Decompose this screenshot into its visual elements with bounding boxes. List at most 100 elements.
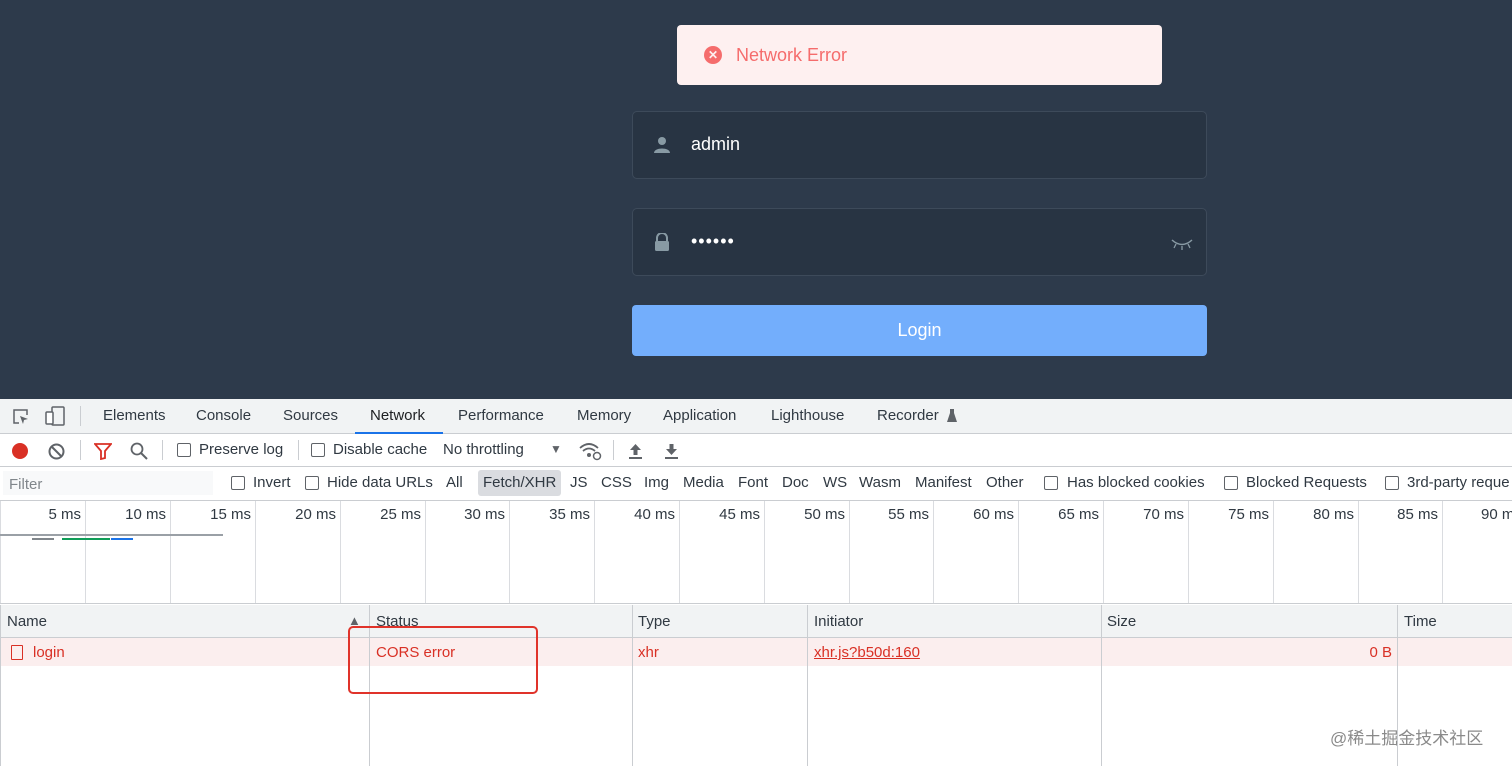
blocked-requests-label: Blocked Requests <box>1246 474 1367 491</box>
filter-type-css[interactable]: CSS <box>601 474 632 491</box>
export-har-icon[interactable] <box>664 442 679 460</box>
column-name <box>0 605 1 766</box>
filter-input-placeholder: Filter <box>9 476 43 493</box>
filter-type-wasm[interactable]: Wasm <box>859 474 901 491</box>
eye-closed-icon[interactable] <box>1171 237 1193 251</box>
preserve-log-checkbox[interactable] <box>177 443 191 457</box>
tab-application[interactable]: Application <box>663 399 736 434</box>
password-value: •••••• <box>691 231 735 251</box>
devtools-tabbar: Elements Console Sources Network Perform… <box>0 399 1512 434</box>
timeline-tick: 50 ms <box>804 506 845 523</box>
header-initiator[interactable]: Initiator <box>814 613 863 630</box>
filter-type-font[interactable]: Font <box>738 474 768 491</box>
disable-cache-label: Disable cache <box>333 441 428 458</box>
timeline-tick: 45 ms <box>719 506 760 523</box>
header-type[interactable]: Type <box>638 613 671 630</box>
network-timeline-overview[interactable]: 5 ms 10 ms 15 ms 20 ms 25 ms 30 ms 35 ms… <box>0 501 1512 604</box>
inspect-element-icon[interactable] <box>12 408 30 426</box>
hide-data-urls-label: Hide data URLs <box>327 474 433 491</box>
request-size: 0 B <box>1369 644 1392 661</box>
request-type: xhr <box>638 644 659 661</box>
header-name[interactable]: Name <box>7 613 47 630</box>
invert-label: Invert <box>253 474 291 491</box>
lock-icon <box>655 233 669 251</box>
blocked-requests-checkbox[interactable] <box>1224 476 1238 490</box>
filter-type-doc[interactable]: Doc <box>782 474 809 491</box>
tab-memory[interactable]: Memory <box>577 399 631 434</box>
import-har-icon[interactable] <box>628 442 643 460</box>
tab-performance[interactable]: Performance <box>458 399 544 434</box>
timeline-request-waiting <box>62 538 110 540</box>
filter-type-img[interactable]: Img <box>644 474 669 491</box>
network-toolbar: Preserve log Disable cache No throttling… <box>0 434 1512 467</box>
header-size[interactable]: Size <box>1107 613 1136 630</box>
tab-recorder[interactable]: Recorder <box>877 399 939 434</box>
tab-network[interactable]: Network <box>355 399 443 434</box>
timeline-request-download <box>111 538 133 540</box>
device-toolbar-icon[interactable] <box>44 406 66 426</box>
request-initiator-link[interactable]: xhr.js?b50d:160 <box>814 644 920 661</box>
timeline-tick: 25 ms <box>380 506 421 523</box>
password-field[interactable]: •••••• <box>632 208 1207 276</box>
filter-icon[interactable] <box>94 443 112 460</box>
timeline-tick: 30 ms <box>464 506 505 523</box>
timeline-range-bar <box>0 534 223 536</box>
error-toast: ✕ Network Error <box>677 25 1162 85</box>
flask-icon <box>947 409 957 422</box>
filter-type-all[interactable]: All <box>446 474 463 491</box>
timeline-tick: 90 m <box>1481 506 1512 523</box>
timeline-tick: 10 ms <box>125 506 166 523</box>
column-type <box>632 605 633 766</box>
clear-icon[interactable] <box>48 443 65 460</box>
search-icon[interactable] <box>130 442 148 460</box>
user-icon <box>654 137 670 153</box>
tab-lighthouse[interactable]: Lighthouse <box>771 399 844 434</box>
table-row[interactable] <box>0 638 1512 666</box>
login-page: ✕ Network Error admin •••••• Login <box>0 0 1512 399</box>
tab-elements[interactable]: Elements <box>103 399 166 434</box>
login-button[interactable]: Login <box>632 305 1207 356</box>
timeline-tick: 15 ms <box>210 506 251 523</box>
tab-sources[interactable]: Sources <box>283 399 338 434</box>
timeline-tick: 55 ms <box>888 506 929 523</box>
username-field[interactable]: admin <box>632 111 1207 179</box>
filter-type-other[interactable]: Other <box>986 474 1024 491</box>
hide-data-urls-checkbox[interactable] <box>305 476 319 490</box>
third-party-checkbox[interactable] <box>1385 476 1399 490</box>
filter-bar: Filter Invert Hide data URLs All Fetch/X… <box>0 467 1512 501</box>
timeline-tick: 65 ms <box>1058 506 1099 523</box>
header-time[interactable]: Time <box>1404 613 1437 630</box>
filter-type-media[interactable]: Media <box>683 474 724 491</box>
network-conditions-icon[interactable] <box>578 441 602 461</box>
has-blocked-cookies-label: Has blocked cookies <box>1067 474 1205 491</box>
throttling-select[interactable]: No throttling <box>443 441 524 458</box>
timeline-tick: 20 ms <box>295 506 336 523</box>
table-header <box>0 605 1512 638</box>
has-blocked-cookies-checkbox[interactable] <box>1044 476 1058 490</box>
disable-cache-checkbox[interactable] <box>311 443 325 457</box>
filter-type-fetch-xhr[interactable]: Fetch/XHR <box>483 474 556 491</box>
record-icon[interactable] <box>12 443 28 459</box>
timeline-tick: 60 ms <box>973 506 1014 523</box>
error-icon: ✕ <box>704 46 722 64</box>
timeline-tick: 35 ms <box>549 506 590 523</box>
username-value: admin <box>691 134 741 154</box>
timeline-tick: 85 ms <box>1397 506 1438 523</box>
request-name[interactable]: login <box>33 644 65 661</box>
timeline-tick: 5 ms <box>48 506 81 523</box>
chevron-down-icon[interactable]: ▼ <box>550 442 562 456</box>
network-request-table: Name ▲ Status Type Initiator Size Time l… <box>0 605 1512 766</box>
timeline-tick: 70 ms <box>1143 506 1184 523</box>
filter-type-manifest[interactable]: Manifest <box>915 474 972 491</box>
timeline-tick: 40 ms <box>634 506 675 523</box>
highlight-annotation-box <box>348 626 538 694</box>
document-icon <box>11 645 23 660</box>
watermark: @稀土掘金技术社区 <box>1330 729 1484 748</box>
timeline-tick: 80 ms <box>1313 506 1354 523</box>
invert-checkbox[interactable] <box>231 476 245 490</box>
filter-type-js[interactable]: JS <box>570 474 588 491</box>
timeline-request-queue <box>32 538 54 540</box>
filter-type-ws[interactable]: WS <box>823 474 847 491</box>
tab-console[interactable]: Console <box>196 399 251 434</box>
third-party-label: 3rd-party reque <box>1407 474 1510 491</box>
